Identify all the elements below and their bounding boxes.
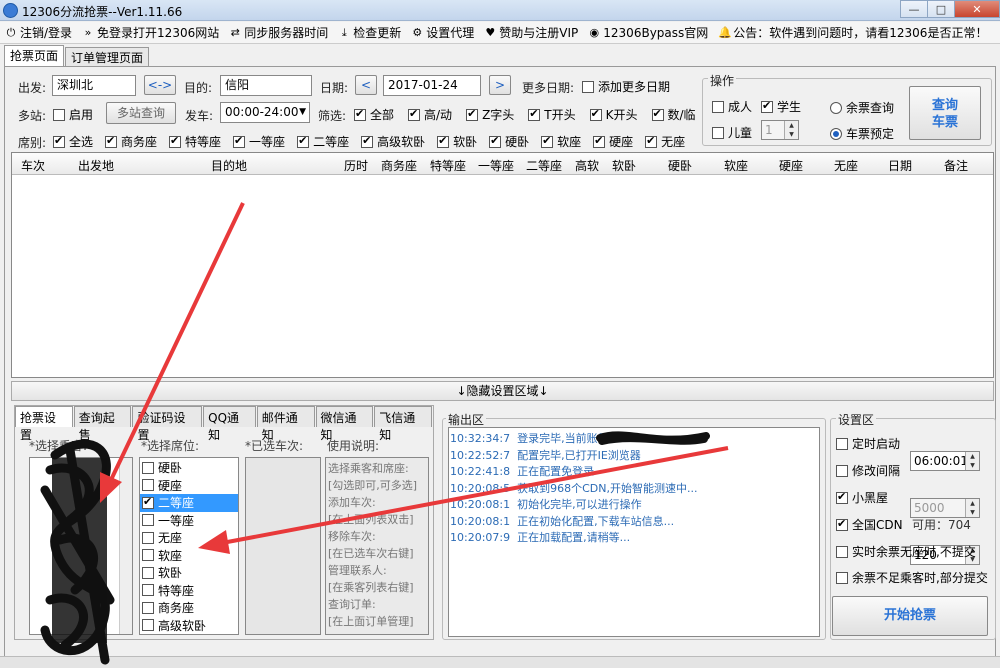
arrow-to-seat-list bbox=[198, 446, 729, 554]
annotation-arrows bbox=[100, 202, 729, 554]
arrow-to-passenger-list bbox=[100, 202, 245, 503]
